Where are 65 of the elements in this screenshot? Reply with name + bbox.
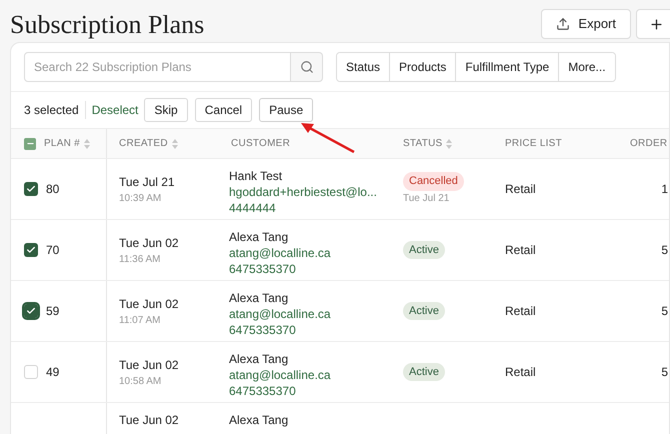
plan-number: 59: [46, 303, 60, 320]
order-count: 5: [661, 303, 668, 320]
check-icon: [26, 306, 36, 316]
customer-phone[interactable]: 6475335370: [229, 383, 391, 399]
bulk-action-button[interactable]: Skip: [144, 98, 188, 122]
bulk-action-button[interactable]: Pause: [259, 98, 314, 122]
filter-button[interactable]: More...: [558, 53, 615, 81]
search-icon: [300, 60, 314, 74]
customer-name: Alexa Tang: [229, 229, 290, 245]
price-list: Retail: [505, 302, 536, 320]
column-header[interactable]: PLAN #: [44, 136, 80, 151]
check-icon: [26, 245, 36, 255]
plus-icon: [649, 16, 664, 32]
price-list: Retail: [505, 180, 536, 198]
status-date: Tue Jul 21: [403, 192, 450, 206]
selection-count: 3 selected: [24, 101, 86, 119]
deselect-link[interactable]: Deselect: [86, 101, 144, 119]
customer-name: Alexa Tang: [229, 351, 290, 367]
search-button[interactable]: [291, 52, 323, 82]
customer-email[interactable]: hgoddard+herbiestest@lo...: [229, 184, 391, 200]
row-checkbox[interactable]: [24, 365, 38, 379]
column-header[interactable]: STATUS: [403, 136, 442, 151]
created-date: Tue Jun 02: [119, 412, 180, 429]
created-date: Tue Jul 21: [119, 174, 176, 190]
check-icon: [26, 184, 36, 194]
page-title: Subscription Plans: [10, 8, 204, 40]
column-header[interactable]: CREATED: [119, 136, 168, 151]
customer-email[interactable]: atang@localline.ca: [229, 245, 391, 261]
plan-number: 80: [46, 181, 60, 198]
created-date: Tue Jun 02: [119, 296, 180, 312]
order-count: 5: [661, 364, 668, 381]
created-time: 10:58 AM: [119, 374, 162, 388]
status-badge: Active: [403, 362, 445, 382]
search-field[interactable]: Search 22 Subscription Plans: [24, 52, 291, 82]
row-checkbox[interactable]: [24, 182, 38, 196]
row-checkbox[interactable]: [24, 243, 38, 257]
customer-phone[interactable]: 4444444: [229, 200, 391, 216]
export-button[interactable]: Export: [541, 9, 631, 39]
column-header: ORDER: [630, 137, 668, 151]
customer-name: Hank Test: [229, 168, 284, 184]
select-all-checkbox[interactable]: [24, 138, 36, 150]
customer-email[interactable]: atang@localline.ca: [229, 306, 391, 322]
order-count: 5: [661, 242, 668, 259]
created-date: Tue Jun 02: [119, 234, 180, 252]
customer-email[interactable]: atang@localline.ca: [229, 367, 391, 383]
status-badge: Active: [403, 302, 445, 320]
customer-name: Alexa Tang: [229, 412, 290, 428]
column-header: CUSTOMER: [231, 137, 290, 151]
bulk-action-button[interactable]: Cancel: [194, 98, 252, 122]
plan-number: 70: [46, 242, 60, 259]
price-list: Retail: [505, 241, 536, 259]
created-date: Tue Jun 02: [119, 356, 180, 374]
column-header: PRICE LIST: [505, 137, 562, 151]
created-time: 10:39 AM: [119, 192, 162, 206]
created-time: 11:36 AM: [119, 252, 162, 266]
created-time: 11:07 AM: [119, 314, 162, 328]
customer-phone[interactable]: 6475335370: [229, 261, 391, 277]
customer-name: Alexa Tang: [229, 290, 290, 306]
customer-phone[interactable]: 6475335370: [229, 322, 391, 338]
status-badge: Active: [403, 240, 445, 260]
plan-number: 49: [46, 364, 60, 381]
upload-icon: [556, 17, 570, 31]
status-badge: Cancelled: [403, 172, 464, 191]
price-list: Retail: [505, 363, 536, 381]
order-count: 1: [661, 181, 668, 198]
